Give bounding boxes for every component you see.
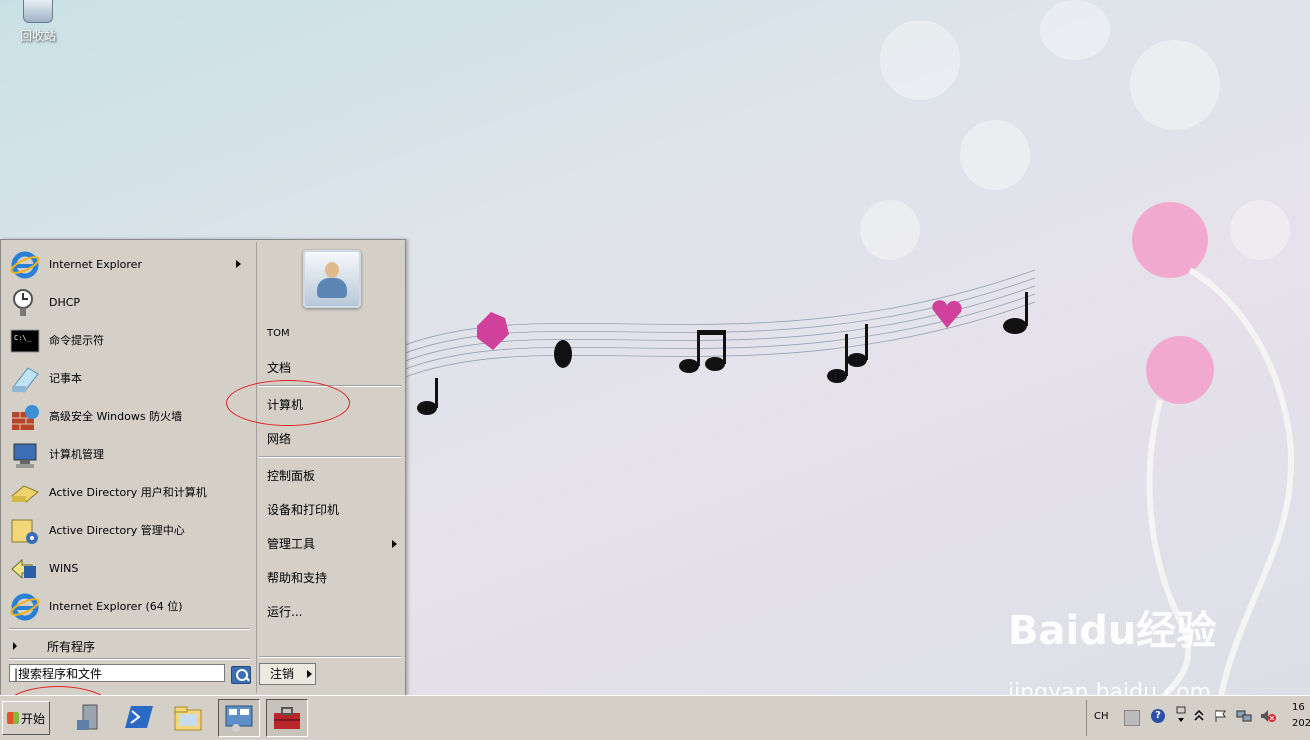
program-wins[interactable]: WINS [9, 552, 249, 586]
network-icon[interactable] [1236, 709, 1252, 723]
run-item[interactable]: 运行... [267, 602, 397, 622]
avatar-body [317, 278, 347, 298]
start-menu-programs-pane: Internet Explorer DHCP C:\_ 命令提示符 记事本 高级… [3, 242, 253, 693]
search-icon[interactable] [231, 666, 251, 684]
recycle-bin[interactable]: 回收站 [14, 0, 62, 44]
clock-time: 16 [1292, 702, 1305, 713]
taskbar-toolbox[interactable] [266, 699, 308, 737]
recycle-bin-icon [23, 0, 53, 23]
divider [9, 658, 249, 660]
clock-date: 202 [1292, 718, 1310, 729]
computer-management-icon [9, 440, 41, 470]
ad-users-icon [9, 478, 41, 508]
expand-arrow-icon [13, 642, 17, 650]
program-internet-explorer-64[interactable]: Internet Explorer (64 位) [9, 590, 249, 624]
wallpaper-bokeh [1040, 0, 1110, 60]
documents-item[interactable]: 文档 [267, 358, 397, 378]
program-ad-users[interactable]: Active Directory 用户和计算机 [9, 476, 249, 510]
program-label: 记事本 [49, 372, 82, 385]
computer-item[interactable]: 计算机 [267, 395, 397, 415]
ad-admin-center-icon [9, 516, 41, 546]
start-label: 开始 [20, 711, 45, 726]
taskbar-server-manager[interactable] [70, 699, 110, 735]
user-folder-item[interactable]: TOM [267, 324, 397, 344]
program-label: Active Directory 管理中心 [49, 524, 185, 537]
taskbar-powershell[interactable] [120, 699, 160, 735]
toolbox-icon [274, 707, 300, 729]
control-panel-icon [225, 705, 253, 732]
language-indicator[interactable]: CH [1094, 711, 1109, 722]
program-dhcp[interactable]: DHCP [9, 286, 249, 320]
clock[interactable]: 16 202 [1292, 700, 1310, 732]
wallpaper-bokeh [960, 120, 1030, 190]
start-menu: Internet Explorer DHCP C:\_ 命令提示符 记事本 高级… [0, 239, 406, 696]
recycle-bin-label: 回收站 [19, 29, 56, 43]
server-manager-icon [77, 704, 98, 730]
ie-icon [9, 250, 41, 280]
ie-icon [9, 592, 41, 622]
powershell-icon [125, 706, 153, 728]
divider [9, 628, 249, 630]
volume-muted-icon[interactable] [1260, 709, 1276, 723]
avatar-head [325, 262, 339, 278]
search-placeholder: 搜索程序和文件 [18, 667, 103, 681]
divider [259, 656, 401, 658]
program-label: 计算机管理 [49, 448, 104, 461]
divider [259, 385, 401, 387]
help-support-item[interactable]: 帮助和支持 [267, 568, 397, 588]
taskbar-control-panel[interactable] [218, 699, 260, 737]
program-computer-management[interactable]: 计算机管理 [9, 438, 249, 472]
devices-printers-item[interactable]: 设备和打印机 [267, 500, 397, 520]
search-input[interactable]: |搜索程序和文件 [9, 664, 225, 682]
submenu-arrow-icon [236, 260, 241, 268]
network-item[interactable]: 网络 [267, 429, 397, 449]
music-notes-decoration [405, 269, 1036, 415]
baidu-watermark: Baidu经验 [1008, 608, 1217, 654]
action-center-flag-icon[interactable] [1214, 709, 1228, 723]
control-panel-item[interactable]: 控制面板 [267, 466, 397, 486]
admin-tools-label: 管理工具 [267, 537, 316, 551]
program-label: 命令提示符 [49, 334, 104, 347]
submenu-arrow-icon [392, 540, 397, 548]
admin-tools-item[interactable]: 管理工具 [267, 534, 397, 554]
keyboard-icon[interactable] [1124, 710, 1140, 726]
start-button[interactable]: 开始 [2, 701, 50, 735]
program-cmd[interactable]: C:\_ 命令提示符 [9, 324, 249, 358]
user-avatar[interactable] [303, 250, 361, 308]
svg-text:C:\_: C:\_ [14, 334, 32, 342]
wallpaper-bokeh [1130, 40, 1220, 130]
firewall-icon [9, 402, 41, 432]
taskbar: 开始 CH ? 16 202 [0, 695, 1310, 740]
program-label: WINS [49, 562, 79, 575]
help-icon[interactable]: ? [1151, 709, 1165, 723]
start-menu-places-pane: TOM 文档 计算机 网络 控制面板 设备和打印机 管理工具 帮助和支持 运行.… [256, 242, 404, 693]
notepad-icon [9, 364, 41, 394]
all-programs-label: 所有程序 [47, 639, 96, 654]
dhcp-icon [9, 288, 41, 318]
program-label: DHCP [49, 296, 81, 309]
program-ad-admin-center[interactable]: Active Directory 管理中心 [9, 514, 249, 548]
wins-icon [9, 554, 41, 584]
shutdown-options-arrow[interactable] [303, 663, 316, 685]
chevron-up-icon[interactable] [1194, 709, 1208, 723]
options-icon[interactable] [1176, 706, 1186, 722]
taskbar-explorer[interactable] [168, 699, 208, 735]
program-internet-explorer[interactable]: Internet Explorer [9, 248, 249, 282]
windows-flag-icon [6, 712, 19, 724]
all-programs-item[interactable]: 所有程序 [9, 635, 249, 657]
divider [259, 456, 401, 458]
program-firewall[interactable]: 高级安全 Windows 防火墙 [9, 400, 249, 434]
program-label: Internet Explorer (64 位) [49, 600, 183, 613]
folder-icon [174, 706, 202, 731]
logoff-button[interactable]: 注销 [259, 663, 305, 685]
program-label: 高级安全 Windows 防火墙 [49, 410, 183, 423]
cmd-icon: C:\_ [9, 326, 41, 356]
wallpaper-bokeh [880, 20, 960, 100]
program-label: Active Directory 用户和计算机 [49, 486, 207, 499]
program-label: Internet Explorer [49, 258, 142, 271]
program-notepad[interactable]: 记事本 [9, 362, 249, 396]
